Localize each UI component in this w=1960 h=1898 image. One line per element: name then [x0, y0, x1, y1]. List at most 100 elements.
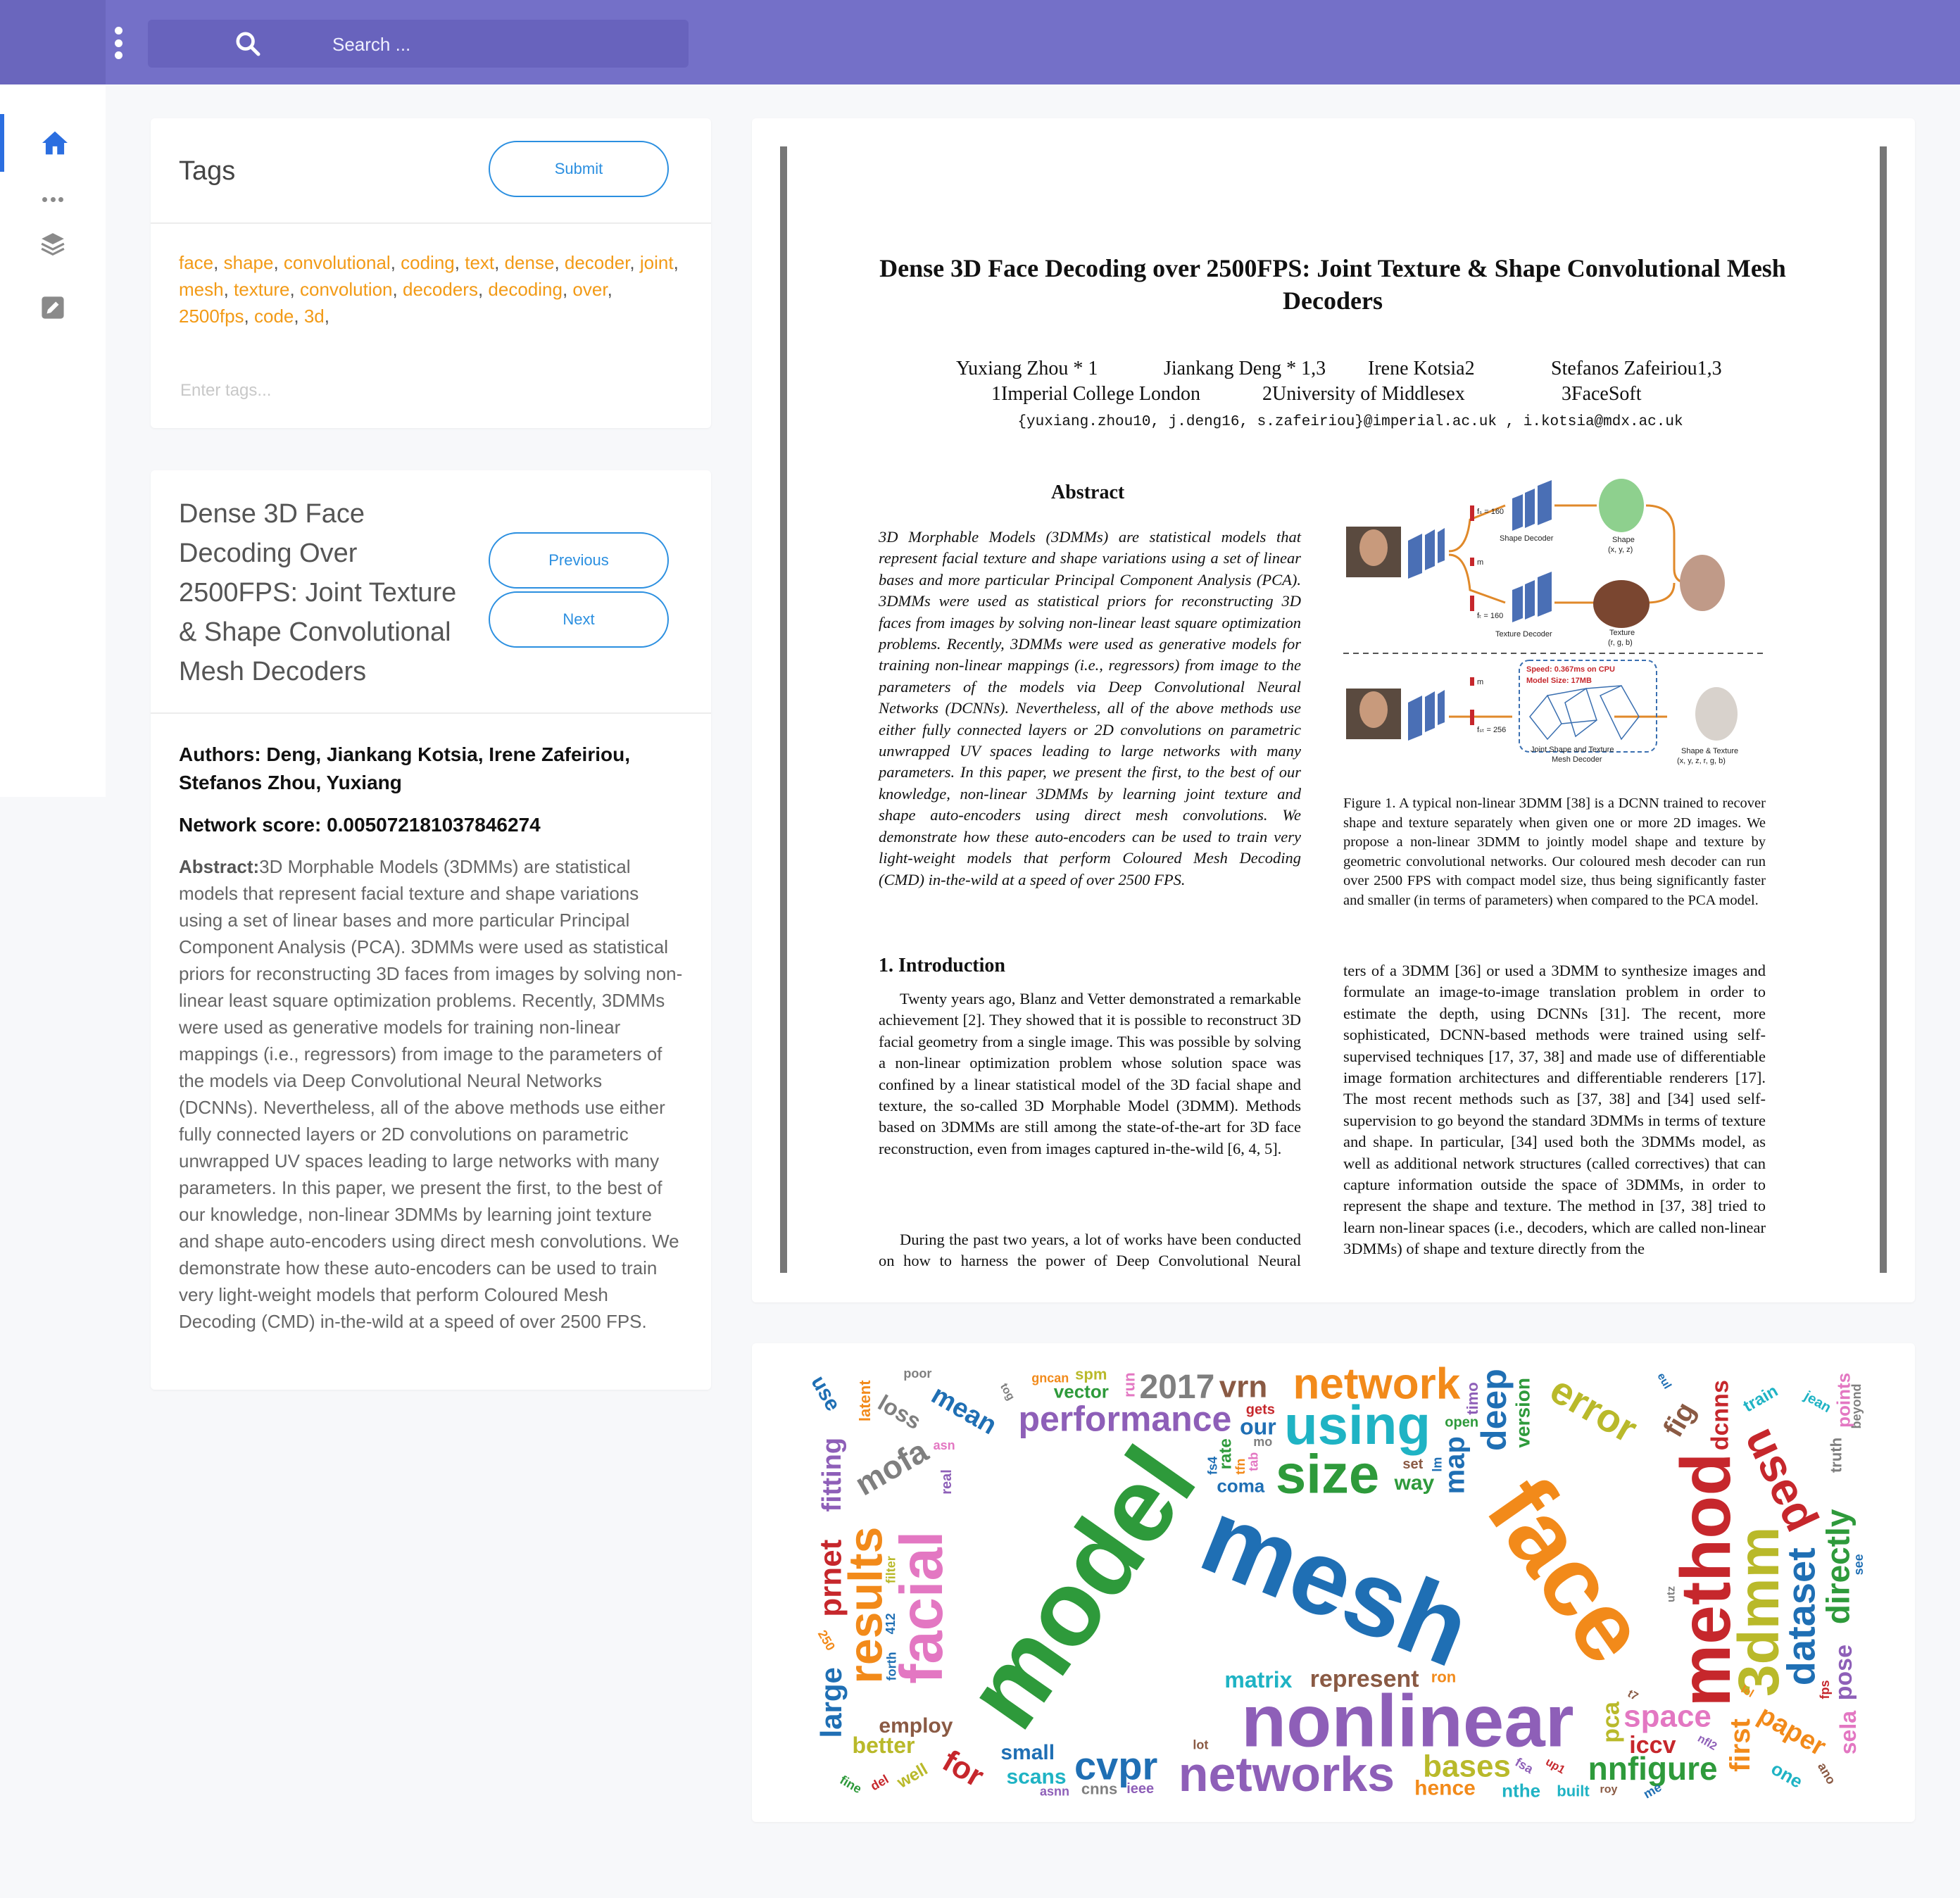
search-input[interactable] [331, 27, 672, 62]
abstract-text: 3D Morphable Models (3DMMs) are statisti… [179, 856, 683, 1332]
texture-rgb-label: (r, g, b) [1608, 639, 1633, 647]
tag-item[interactable]: decoder [565, 252, 630, 273]
word-cloud-word: version [1512, 1378, 1534, 1448]
tag-item[interactable]: shape [224, 252, 274, 273]
word-cloud-word: used [1736, 1419, 1829, 1539]
word-cloud-word: matrix [1224, 1667, 1292, 1692]
word-cloud-word: 250 [815, 1628, 838, 1653]
word-cloud-word: lot [1193, 1738, 1208, 1752]
m-label: m [1477, 558, 1483, 567]
word-cloud-word: tog [998, 1381, 1017, 1402]
pdf-emails: {yuxiang.zhou10, j.deng16, s.zafeiriou}@… [1017, 414, 1683, 430]
word-cloud-word: run [1121, 1372, 1138, 1397]
pdf-affiliation: 2University of Middlesex [1262, 383, 1465, 405]
search-box [148, 20, 689, 68]
paper-authors: Authors: Deng, Jiankang Kotsia, Irene Za… [179, 743, 630, 793]
word-cloud-word: del [868, 1772, 891, 1793]
tag-item[interactable]: texture [234, 279, 290, 300]
pdf-preview-card: Dense 3D Face Decoding over 2500FPS: Joi… [752, 118, 1915, 1302]
pdf-abstract-heading: Abstract [1051, 482, 1125, 503]
word-cloud-word: vrn [1219, 1369, 1267, 1404]
word-cloud-word: large [815, 1667, 848, 1737]
paper-card: Dense 3D Face Decoding Over 2500FPS: Joi… [151, 470, 711, 1390]
tags-input[interactable] [179, 376, 674, 406]
sidebar-item-edit[interactable] [0, 279, 106, 337]
m-bar [1470, 677, 1474, 686]
figure-1: fₛ = 160 Shape Decoder Shape (x, y, z) m… [1343, 479, 1766, 765]
shape-texture-label: (x, y, z, r, g, b) [1677, 757, 1726, 765]
word-cloud-word: first [1725, 1718, 1756, 1772]
word-cloud-word: train [1740, 1381, 1782, 1416]
word-cloud-word: better [853, 1733, 915, 1758]
submit-button[interactable]: Submit [489, 141, 669, 197]
word-cloud-word: tab [1246, 1452, 1260, 1471]
ellipsis-icon[interactable] [42, 197, 63, 204]
mesh-graph [1529, 685, 1640, 741]
paper-title: Dense 3D Face Decoding Over 2500FPS: Joi… [179, 499, 457, 686]
tag-item[interactable]: text [465, 252, 494, 273]
word-cloud-word: 412 [884, 1613, 898, 1634]
tag-item[interactable]: joint [640, 252, 674, 273]
word-cloud-word: space [1623, 1699, 1711, 1734]
flow-arrows [1448, 504, 1689, 718]
pdf-abstract-text: 3D Morphable Models (3DMMs) are statisti… [879, 528, 1301, 888]
texture-render [1593, 580, 1650, 628]
tag-item[interactable]: code [254, 306, 294, 327]
kebab-menu-icon[interactable] [109, 27, 127, 59]
pdf-author: Jiankang Deng * 1,3 [1164, 358, 1326, 379]
word-cloud-word: gncan [1031, 1371, 1069, 1385]
tag-item[interactable]: decoding [488, 279, 563, 300]
joint-decoder-box [1519, 660, 1657, 753]
tag-item[interactable]: coding [401, 252, 455, 273]
divider [151, 712, 711, 714]
sidebar-item-layers[interactable] [0, 215, 106, 273]
output-face [1680, 555, 1725, 611]
word-cloud-word: built [1557, 1782, 1590, 1799]
tag-item[interactable]: convolutional [284, 252, 391, 273]
word-cloud-word: ano [1815, 1760, 1838, 1787]
pdf-page[interactable]: Dense 3D Face Decoding over 2500FPS: Joi… [780, 146, 1887, 1273]
m-bar [1470, 558, 1474, 566]
tag-item[interactable]: 2500fps [179, 306, 244, 327]
shape-xyz-label: (x, y, z) [1608, 546, 1633, 554]
word-cloud-word: pca [1598, 1701, 1625, 1743]
word-cloud-word: way [1394, 1471, 1435, 1495]
sidebar-item-home[interactable] [0, 114, 106, 172]
pdf-right-column: ters of a 3DMM [36] or used a 3DMM to sy… [1343, 962, 1766, 1258]
pdf-author: Irene Kotsia2 [1368, 358, 1475, 379]
tag-item[interactable]: mesh [179, 279, 224, 300]
pdf-affiliation: 1Imperial College London [991, 383, 1201, 405]
texture-decoder-label: Texture Decoder [1495, 630, 1552, 639]
pdf-author: Yuxiang Zhou * 1 [956, 358, 1098, 379]
word-cloud-word: directly [1820, 1509, 1857, 1624]
tag-item[interactable]: face [179, 252, 213, 273]
word-cloud-word: use [808, 1372, 845, 1415]
word-cloud-word: mesh [1186, 1476, 1486, 1690]
word-cloud-card: mesh model face nonlinear method facial 3dmm si… [752, 1343, 1915, 1822]
word-cloud-word: pose [1830, 1645, 1857, 1700]
face-photo [1359, 529, 1388, 566]
word-cloud-word: for [936, 1743, 989, 1794]
word-cloud-word: paper [1753, 1700, 1831, 1762]
word-cloud: meshmodel facenonlinearmethodfacial 3dmmsi… [808, 1364, 1864, 1801]
pdf-intro-p1: Twenty years ago, Blanz and Vetter demon… [879, 990, 1301, 1157]
word-cloud-word: dcnns [1707, 1380, 1734, 1450]
previous-button[interactable]: Previous [489, 532, 669, 589]
word-cloud-word: set [1402, 1457, 1423, 1472]
next-button[interactable]: Next [489, 591, 669, 648]
tag-item[interactable]: decoders [403, 279, 478, 300]
tag-item[interactable]: convolution [300, 279, 393, 300]
m-label: m [1477, 678, 1483, 686]
shape-texture-label: Shape & Texture [1681, 747, 1738, 755]
word-cloud-word: prnet [814, 1539, 848, 1616]
network-score: Network score: 0.005072181037846274 [179, 814, 541, 836]
tag-item[interactable]: over [572, 279, 607, 300]
tags-title: Tags [179, 156, 236, 186]
word-cloud-word: spm [1075, 1366, 1107, 1383]
word-cloud-word: network [1293, 1364, 1461, 1409]
search-icon[interactable] [234, 30, 262, 58]
word-cloud-word: mean [926, 1380, 1002, 1440]
tag-item[interactable]: 3d [304, 306, 325, 327]
word-cloud-word: loss [874, 1390, 925, 1434]
tag-item[interactable]: dense [505, 252, 555, 273]
